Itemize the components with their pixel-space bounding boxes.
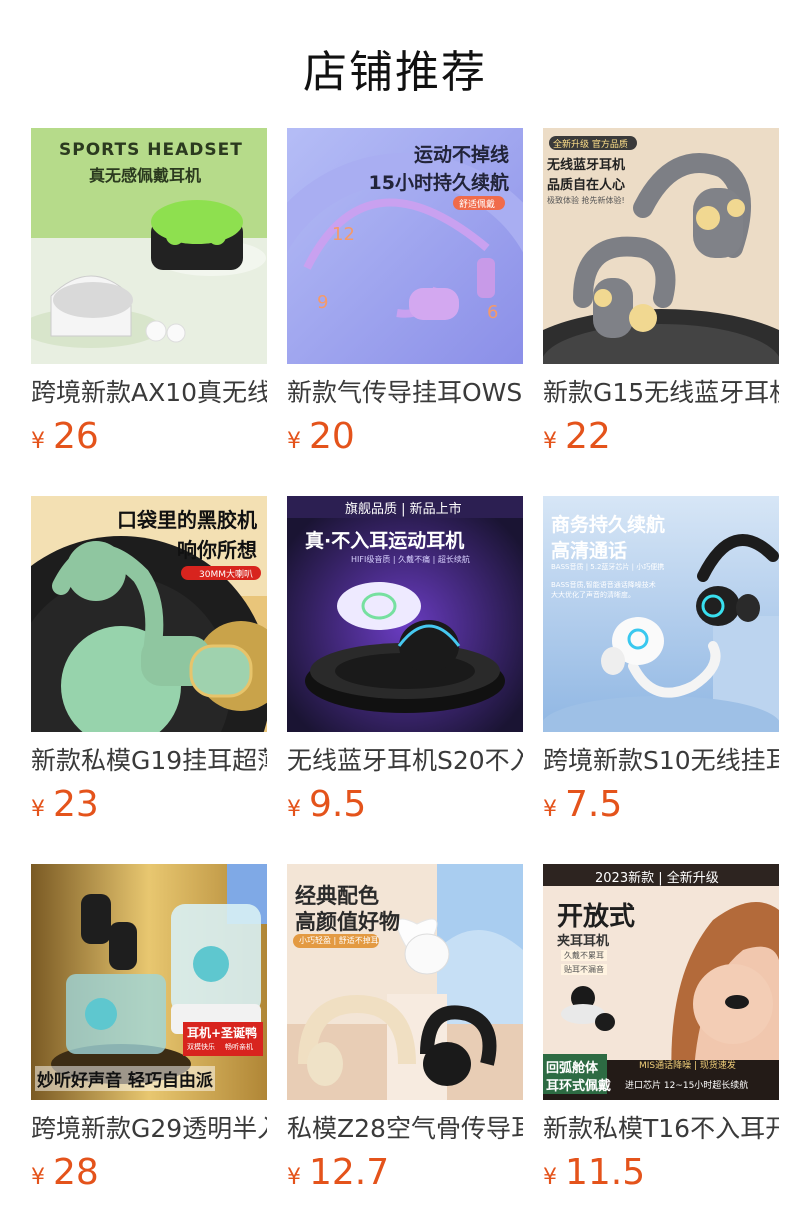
currency-symbol: ¥ [31, 429, 45, 454]
product-name[interactable]: 私模Z28空气骨传导耳夹 [287, 1112, 523, 1146]
price-value: 11.5 [565, 1152, 646, 1193]
product-card[interactable]: 全新升级 官方品质 无线蓝牙耳机 品质自在人心 极致体验 抢先新体验! 新款G1… [543, 128, 779, 496]
product-card[interactable]: 口袋里的黑胶机 响你所想 30MM大喇叭 新款私模G19挂耳超薄 ¥23 [31, 496, 267, 864]
promo-text: 久戴不累耳 [561, 950, 607, 961]
price-value: 26 [53, 416, 99, 457]
product-name[interactable]: 新款私模T16不入耳开放式 [543, 1112, 779, 1146]
product-card[interactable]: 旗舰品质 | 新品上市 真·不入耳运动耳机 HIFI级音质 | 久戴不痛 | 超… [287, 496, 523, 864]
product-name[interactable]: 新款G15无线蓝牙耳机 [543, 376, 779, 410]
product-name[interactable]: 新款气传导挂耳OWS [287, 376, 523, 410]
currency-symbol: ¥ [543, 429, 557, 454]
promo-badge: 小巧轻盈 | 舒适不掉耳 [299, 936, 379, 945]
promo-text: 旗舰品质 | 新品上市 [345, 502, 462, 517]
currency-symbol: ¥ [287, 1165, 301, 1190]
product-card[interactable]: SPORTS HEADSET 真无感佩戴耳机 跨境新款AX10真无线 ¥26 [31, 128, 267, 496]
promo-text: 口袋里的黑胶机 [117, 508, 257, 532]
promo-text: 真·不入耳运动耳机 [305, 530, 465, 552]
promo-text: 15小时持久续航 [368, 172, 509, 194]
product-card[interactable]: 经典配色 高颜值好物 小巧轻盈 | 舒适不掉耳 私模Z28空气骨传导耳夹 ¥12… [287, 864, 523, 1232]
product-card[interactable]: 12 9 6 运动不掉线 15小时持久续航 舒适佩戴 新款气传导挂耳OWS ¥2… [287, 128, 523, 496]
promo-text: 进口芯片 12~15小时超长续航 [625, 1081, 749, 1091]
price-value: 22 [565, 416, 611, 457]
promo-text: 开放式 [557, 902, 636, 932]
svg-text:12: 12 [332, 224, 355, 245]
promo-text: 高清通话 [551, 540, 628, 562]
currency-symbol: ¥ [287, 797, 301, 822]
product-price: ¥9.5 [287, 784, 366, 825]
promo-text: 2023新款 | 全新升级 [595, 871, 719, 886]
product-price: ¥7.5 [543, 784, 622, 825]
product-image[interactable]: 2023新款 | 全新升级 开放式 夹耳耳机 久戴不累耳 贴耳不漏音 回弧舱体 … [543, 864, 779, 1100]
promo-text: 真无感佩戴耳机 [89, 166, 202, 185]
currency-symbol: ¥ [31, 797, 45, 822]
product-image[interactable]: 经典配色 高颜值好物 小巧轻盈 | 舒适不掉耳 [287, 864, 523, 1100]
currency-symbol: ¥ [543, 797, 557, 822]
svg-text:9: 9 [317, 292, 328, 313]
currency-symbol: ¥ [31, 1165, 45, 1190]
price-value: 12.7 [309, 1152, 390, 1193]
promo-text: 高颜值好物 [295, 910, 400, 934]
promo-badge: 30MM大喇叭 [199, 570, 253, 580]
price-value: 28 [53, 1152, 99, 1193]
promo-badge: 全新升级 官方品质 [553, 140, 628, 150]
price-value: 20 [309, 416, 355, 457]
product-image[interactable]: SPORTS HEADSET 真无感佩戴耳机 [31, 128, 267, 364]
promo-badge: 舒适佩戴 [459, 200, 496, 210]
promo-text: 运动不掉线 [413, 144, 509, 166]
product-image[interactable]: 商务持久续航 高清通话 BASS音质 | 5.2蓝牙芯片 | 小巧便携 BASS… [543, 496, 779, 732]
promo-text: BASS音质,智能语音通话降噪技术 [551, 581, 656, 589]
promo-text: 妙听好声音 轻巧自由派 [35, 1066, 215, 1091]
product-price: ¥20 [287, 416, 355, 457]
product-name[interactable]: 新款私模G19挂耳超薄 [31, 744, 267, 778]
promo-text: 夹耳耳机 [557, 934, 610, 949]
promo-text: 大大优化了声音的清晰度。 [551, 591, 635, 599]
promo-text: BASS音质 | 5.2蓝牙芯片 | 小巧便携 [551, 563, 665, 571]
promo-text: 商务持久续航 [551, 514, 666, 536]
product-image[interactable]: 12 9 6 运动不掉线 15小时持久续航 舒适佩戴 [287, 128, 523, 364]
price-value: 23 [53, 784, 99, 825]
promo-text: 耳机+圣诞鸭 [187, 1026, 258, 1040]
promo-text: 耳环式佩戴 [546, 1079, 612, 1094]
promo-text: HIFI级音质 | 久戴不痛 | 超长续航 [351, 555, 470, 564]
product-price: ¥11.5 [543, 1152, 645, 1193]
product-grid: SPORTS HEADSET 真无感佩戴耳机 跨境新款AX10真无线 ¥26 1… [31, 128, 790, 1232]
product-image[interactable]: 旗舰品质 | 新品上市 真·不入耳运动耳机 HIFI级音质 | 久戴不痛 | 超… [287, 496, 523, 732]
promo-text: 响你所想 [177, 538, 257, 562]
product-card[interactable]: 耳机+圣诞鸭 双模快乐 畅听亲机 妙听好声音 轻巧自由派 跨境新款G29透明半入… [31, 864, 267, 1232]
promo-text: 无线蓝牙耳机 [547, 158, 626, 173]
promo-text: 贴耳不漏音 [561, 964, 607, 975]
price-value: 7.5 [565, 784, 623, 825]
promo-text: 双模快乐 [187, 1043, 215, 1051]
promo-text: 畅听亲机 [225, 1043, 253, 1051]
promo-text: MIS通话降噪 | 现货速发 [639, 1061, 736, 1071]
product-name[interactable]: 跨境新款AX10真无线 [31, 376, 267, 410]
product-price: ¥12.7 [287, 1152, 389, 1193]
currency-symbol: ¥ [543, 1165, 557, 1190]
product-name[interactable]: 跨境新款G29透明半入耳 [31, 1112, 267, 1146]
promo-text: 回弧舱体 [546, 1061, 599, 1076]
promo-text: 品质自在人心 [547, 178, 626, 193]
page-title: 店铺推荐 [303, 47, 487, 98]
product-image[interactable]: 全新升级 官方品质 无线蓝牙耳机 品质自在人心 极致体验 抢先新体验! [543, 128, 779, 364]
product-price: ¥23 [31, 784, 99, 825]
product-image[interactable]: 口袋里的黑胶机 响你所想 30MM大喇叭 [31, 496, 267, 732]
price-value: 9.5 [309, 784, 367, 825]
product-price: ¥22 [543, 416, 611, 457]
currency-symbol: ¥ [287, 429, 301, 454]
promo-text: SPORTS HEADSET [59, 140, 243, 160]
product-card[interactable]: 2023新款 | 全新升级 开放式 夹耳耳机 久戴不累耳 贴耳不漏音 回弧舱体 … [543, 864, 779, 1232]
promo-text: 极致体验 抢先新体验! [547, 196, 625, 205]
product-name[interactable]: 无线蓝牙耳机S20不入耳 [287, 744, 523, 778]
product-price: ¥28 [31, 1152, 99, 1193]
product-image[interactable]: 耳机+圣诞鸭 双模快乐 畅听亲机 妙听好声音 轻巧自由派 [31, 864, 267, 1100]
product-name[interactable]: 跨境新款S10无线挂耳 [543, 744, 779, 778]
product-card[interactable]: 商务持久续航 高清通话 BASS音质 | 5.2蓝牙芯片 | 小巧便携 BASS… [543, 496, 779, 864]
product-price: ¥26 [31, 416, 99, 457]
svg-text:6: 6 [487, 302, 498, 323]
